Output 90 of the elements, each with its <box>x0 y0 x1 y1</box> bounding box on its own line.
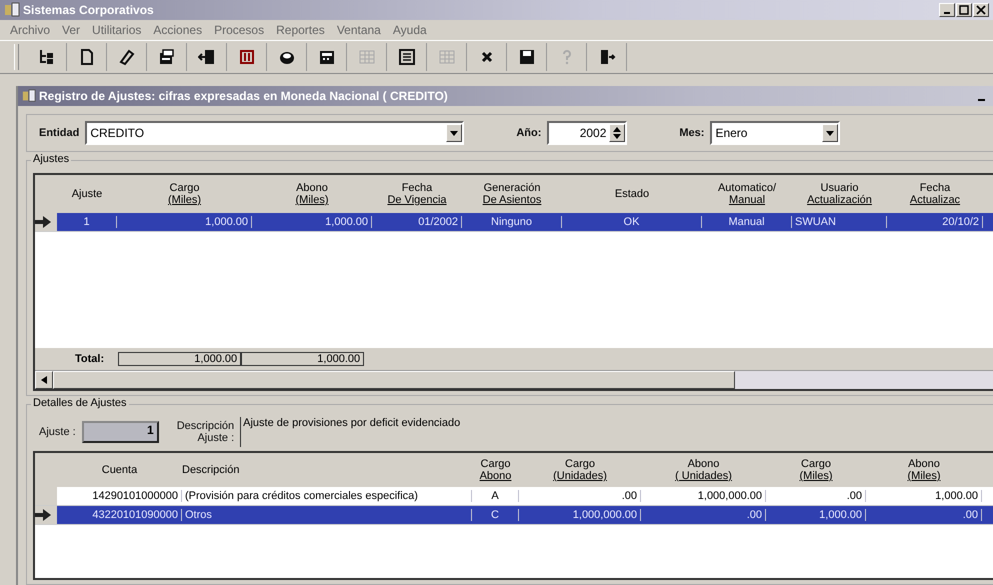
ajuste-field[interactable]: 1 <box>82 421 159 443</box>
column-header[interactable]: Ajuste <box>57 188 117 200</box>
column-header[interactable]: Estado <box>562 188 702 200</box>
table-cell: Ninguno <box>462 216 562 228</box>
menu-item[interactable]: Archivo <box>10 23 50 37</box>
description-field[interactable]: Ajuste de provisiones por deficit evidenciado <box>240 417 664 447</box>
table-cell: Manual <box>702 216 792 228</box>
row-pointer-icon <box>35 509 51 521</box>
table-cell: .00 <box>766 490 866 502</box>
group-title: Ajustes <box>31 153 72 165</box>
column-header[interactable]: Abono (Miles) <box>866 458 982 482</box>
description-label: Ajuste : <box>197 432 234 444</box>
group-title: Detalles de Ajustes <box>31 397 129 409</box>
menu-item[interactable]: Utilitarios <box>92 23 142 37</box>
table-cell: 43220101090000 <box>57 509 182 521</box>
row-pointer-icon <box>35 216 51 228</box>
calc-icon <box>318 48 336 66</box>
table-cell: 14290101000000 <box>57 490 182 502</box>
app-icon <box>4 2 20 18</box>
table-cell: 20/10/2 <box>887 216 983 228</box>
export-icon <box>198 48 216 66</box>
table-row[interactable]: 43220101090000 Otros C 1,000,000.00 .00 1,000.00 .00 <box>35 506 993 525</box>
mes-dropdown[interactable]: Enero <box>710 121 840 145</box>
column-header[interactable]: Abono (Miles) <box>252 182 372 206</box>
column-header[interactable]: Fecha Actualizac <box>887 182 983 206</box>
column-header[interactable]: Cargo (Miles) <box>766 458 866 482</box>
menu-item[interactable]: Ventana <box>336 23 381 37</box>
table-cell: (Provisión para créditos comerciales especifica) <box>182 490 472 502</box>
column-header[interactable]: Automatico/ Manual <box>702 182 792 206</box>
grid-icon <box>358 48 376 66</box>
dropdown-arrow-icon <box>826 130 834 136</box>
close-icon <box>976 5 986 15</box>
description-label: Descripción <box>176 420 234 432</box>
scroll-left-icon <box>41 376 47 384</box>
entidad-label: Entidad <box>39 127 80 139</box>
column-header[interactable]: Cargo (Miles) <box>117 182 252 206</box>
column-header[interactable]: Cuenta <box>57 464 182 476</box>
column-header[interactable]: Cargo (Unidades) <box>519 458 641 482</box>
dropdown-arrow-icon <box>450 130 458 136</box>
menu-item[interactable]: Ver <box>62 23 80 37</box>
column-header[interactable]: Generación De Asientos <box>462 182 562 206</box>
minimize-button[interactable] <box>939 3 955 17</box>
table-cell: .00 <box>641 509 766 521</box>
menu-item[interactable]: Acciones <box>153 23 202 37</box>
maximize-button[interactable] <box>956 3 972 17</box>
column-header[interactable]: Abono ( Unidades) <box>641 458 766 482</box>
menu-item[interactable]: Procesos <box>214 23 264 37</box>
edit-icon <box>398 48 416 66</box>
column-header[interactable]: Descripción <box>182 464 472 476</box>
table-cell: 1,000,000.00 <box>519 509 641 521</box>
table-cell: 1 <box>57 216 117 228</box>
menu-item[interactable]: Reportes <box>276 23 325 37</box>
table-cell: A <box>472 490 519 502</box>
column-header[interactable]: Fecha De Vigencia <box>372 182 462 206</box>
save-icon <box>518 48 536 66</box>
ajuste-label: Ajuste : <box>39 426 76 438</box>
horizontal-scrollbar[interactable] <box>35 370 993 389</box>
table-cell: C <box>472 509 519 521</box>
table-cell: 1,000,000.00 <box>641 490 766 502</box>
table-cell: 1,000.00 <box>766 509 866 521</box>
table-cell: .00 <box>866 509 982 521</box>
tree-icon <box>38 48 56 66</box>
app-icon <box>22 89 36 103</box>
year-spinner[interactable]: 2002 <box>547 121 628 145</box>
table-cell: 1,000.00 <box>252 216 372 228</box>
table-cell: 01/2002 <box>372 216 462 228</box>
column-header[interactable]: Cargo Abono <box>472 458 519 482</box>
anio-label: Año: <box>516 127 542 139</box>
table-cell: 1,000.00 <box>117 216 252 228</box>
table-cell: Otros <box>182 509 472 521</box>
table-cell: 1,000.00 <box>866 490 982 502</box>
total-field: 1,000.00 <box>241 352 364 366</box>
table-cell: .00 <box>519 490 641 502</box>
spinner-arrows-icon <box>612 126 622 140</box>
eraser-icon <box>118 48 136 66</box>
child-window-title: Registro de Ajustes: cifras expresadas en Moneda Nacional ( CREDITO) <box>39 89 448 103</box>
table-cell: SWUAN <box>792 216 887 228</box>
grid-icon <box>438 48 456 66</box>
menu-item[interactable]: Ayuda <box>392 23 427 37</box>
window-title: Sistemas Corporativos <box>23 3 154 17</box>
column-header[interactable]: Usuario Actualización <box>792 182 887 206</box>
total-field: 1,000.00 <box>118 352 242 366</box>
close-button[interactable] <box>973 3 989 17</box>
minimize-icon <box>944 12 950 14</box>
maximize-icon <box>959 5 969 15</box>
table-row[interactable]: 1 1,000.00 1,000.00 01/2002 Ninguno OK Manual SWUAN 20/10/2 <box>35 213 993 232</box>
entidad-dropdown[interactable]: CREDITO <box>85 121 464 145</box>
mes-label: Mes: <box>679 127 704 139</box>
total-label: Total: <box>75 353 104 365</box>
table-cell: OK <box>562 216 702 228</box>
